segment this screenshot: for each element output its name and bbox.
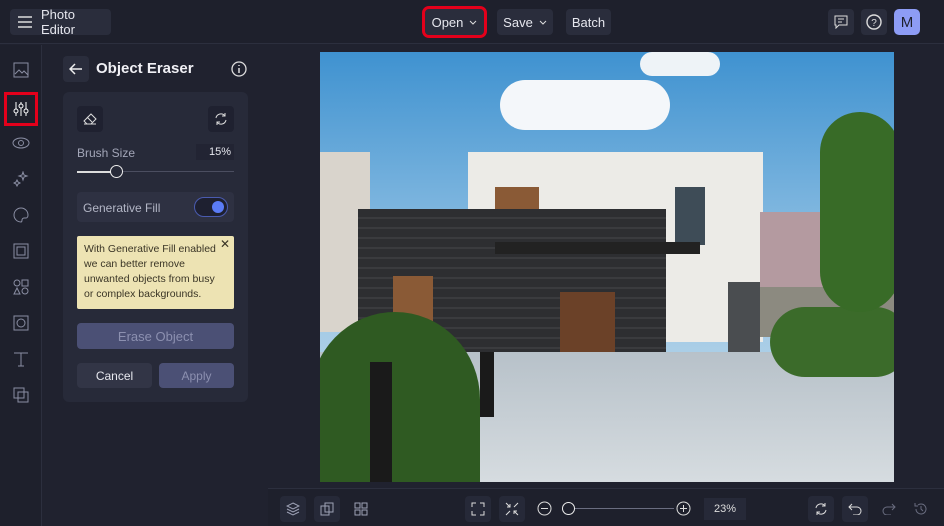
zoom-out-icon[interactable]	[537, 501, 552, 516]
open-button[interactable]: Open	[422, 6, 487, 38]
brush-size-label: Brush Size	[77, 146, 136, 160]
fit-screen-icon[interactable]	[465, 496, 491, 522]
generative-fill-tip: With Generative Fill enabled we can bett…	[77, 236, 234, 309]
refresh-icon	[214, 112, 228, 126]
image-icon[interactable]	[9, 58, 33, 82]
eraser-icon	[83, 113, 97, 125]
hamburger-icon	[18, 16, 32, 28]
reset-button[interactable]	[208, 106, 234, 132]
photo[interactable]	[320, 52, 894, 482]
shapes-icon[interactable]	[9, 275, 33, 299]
close-icon[interactable]: ✕	[220, 237, 230, 252]
batch-button[interactable]: Batch	[566, 9, 611, 35]
slider-knob[interactable]	[109, 165, 123, 178]
eye-icon[interactable]	[9, 131, 33, 155]
avatar[interactable]: M	[894, 9, 920, 35]
brush-size-value[interactable]: 15%	[196, 144, 234, 160]
panel-title: Object Eraser	[96, 60, 194, 77]
svg-text:?: ?	[871, 18, 877, 29]
text-icon[interactable]	[9, 347, 33, 371]
feedback-button[interactable]	[828, 9, 854, 35]
generative-fill-toggle[interactable]	[194, 197, 228, 217]
chevron-down-icon	[539, 20, 547, 25]
open-label: Open	[431, 14, 464, 30]
cancel-button[interactable]: Cancel	[77, 363, 152, 388]
canvas-area	[268, 45, 944, 486]
zoom-slider-knob[interactable]	[562, 502, 575, 515]
rotate-icon[interactable]	[808, 496, 834, 522]
menu-button[interactable]: Photo Editor	[10, 7, 111, 37]
object-eraser-panel: Brush Size 15% Generative Fill With Gene…	[63, 92, 248, 402]
help-button[interactable]: ?	[861, 9, 887, 35]
texture-icon[interactable]	[9, 311, 33, 335]
zoom-slider[interactable]	[562, 502, 674, 515]
layers-icon[interactable]	[280, 496, 306, 522]
palette-icon[interactable]	[9, 203, 33, 227]
top-bar: Photo Editor Open Save Batch ? M	[0, 0, 944, 44]
toggle-knob	[212, 201, 224, 213]
undo-icon[interactable]	[842, 496, 868, 522]
bottom-bar: 23%	[268, 488, 944, 526]
info-icon[interactable]	[231, 61, 247, 77]
generative-fill-row: Generative Fill	[77, 192, 234, 222]
compare-icon[interactable]	[314, 496, 340, 522]
tool-rail	[0, 45, 42, 526]
tip-text: With Generative Fill enabled we can bett…	[84, 243, 216, 300]
erase-object-button[interactable]: Erase Object	[77, 323, 234, 349]
overlay-icon[interactable]	[9, 383, 33, 407]
save-label: Save	[503, 14, 533, 30]
apply-button[interactable]: Apply	[159, 363, 234, 388]
save-button[interactable]: Save	[497, 9, 553, 35]
zoom-value[interactable]: 23%	[704, 498, 746, 520]
arrow-left-icon	[69, 63, 83, 75]
brush-size-slider[interactable]	[77, 165, 234, 178]
frame-icon[interactable]	[9, 239, 33, 263]
chevron-down-icon	[469, 20, 477, 25]
eraser-tool-button[interactable]	[77, 106, 103, 132]
generative-fill-label: Generative Fill	[83, 201, 161, 215]
actual-size-icon[interactable]	[499, 496, 525, 522]
adjustments-icon[interactable]	[4, 92, 38, 126]
history-icon[interactable]	[908, 496, 934, 522]
redo-icon[interactable]	[876, 496, 902, 522]
sparkle-icon[interactable]	[9, 167, 33, 191]
comment-icon	[834, 15, 848, 29]
help-icon: ?	[866, 14, 882, 30]
back-button[interactable]	[63, 56, 89, 82]
app-title: Photo Editor	[41, 7, 75, 37]
zoom-in-icon[interactable]	[676, 501, 691, 516]
grid-icon[interactable]	[348, 496, 374, 522]
